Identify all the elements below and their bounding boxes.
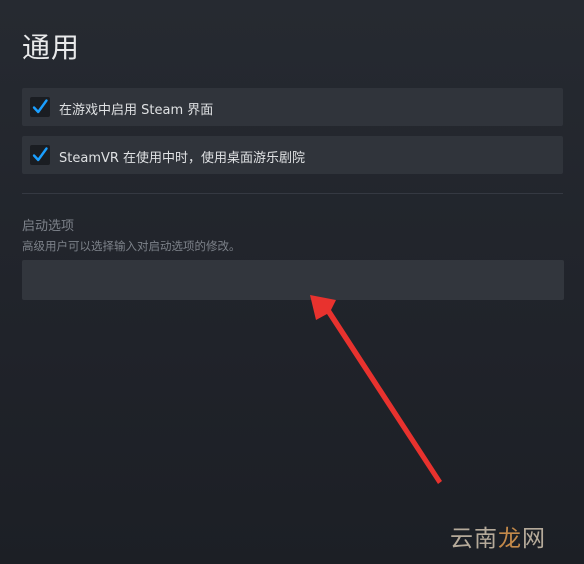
red-arrow-icon xyxy=(310,295,442,484)
watermark-text: 云南龙网 xyxy=(450,519,546,553)
watermark-part-3: 网 xyxy=(522,526,546,552)
watermark: 云南龙网 xyxy=(450,519,580,553)
watermark-part-2: 龙 xyxy=(498,526,522,552)
watermark-part-1: 云南 xyxy=(450,526,498,552)
